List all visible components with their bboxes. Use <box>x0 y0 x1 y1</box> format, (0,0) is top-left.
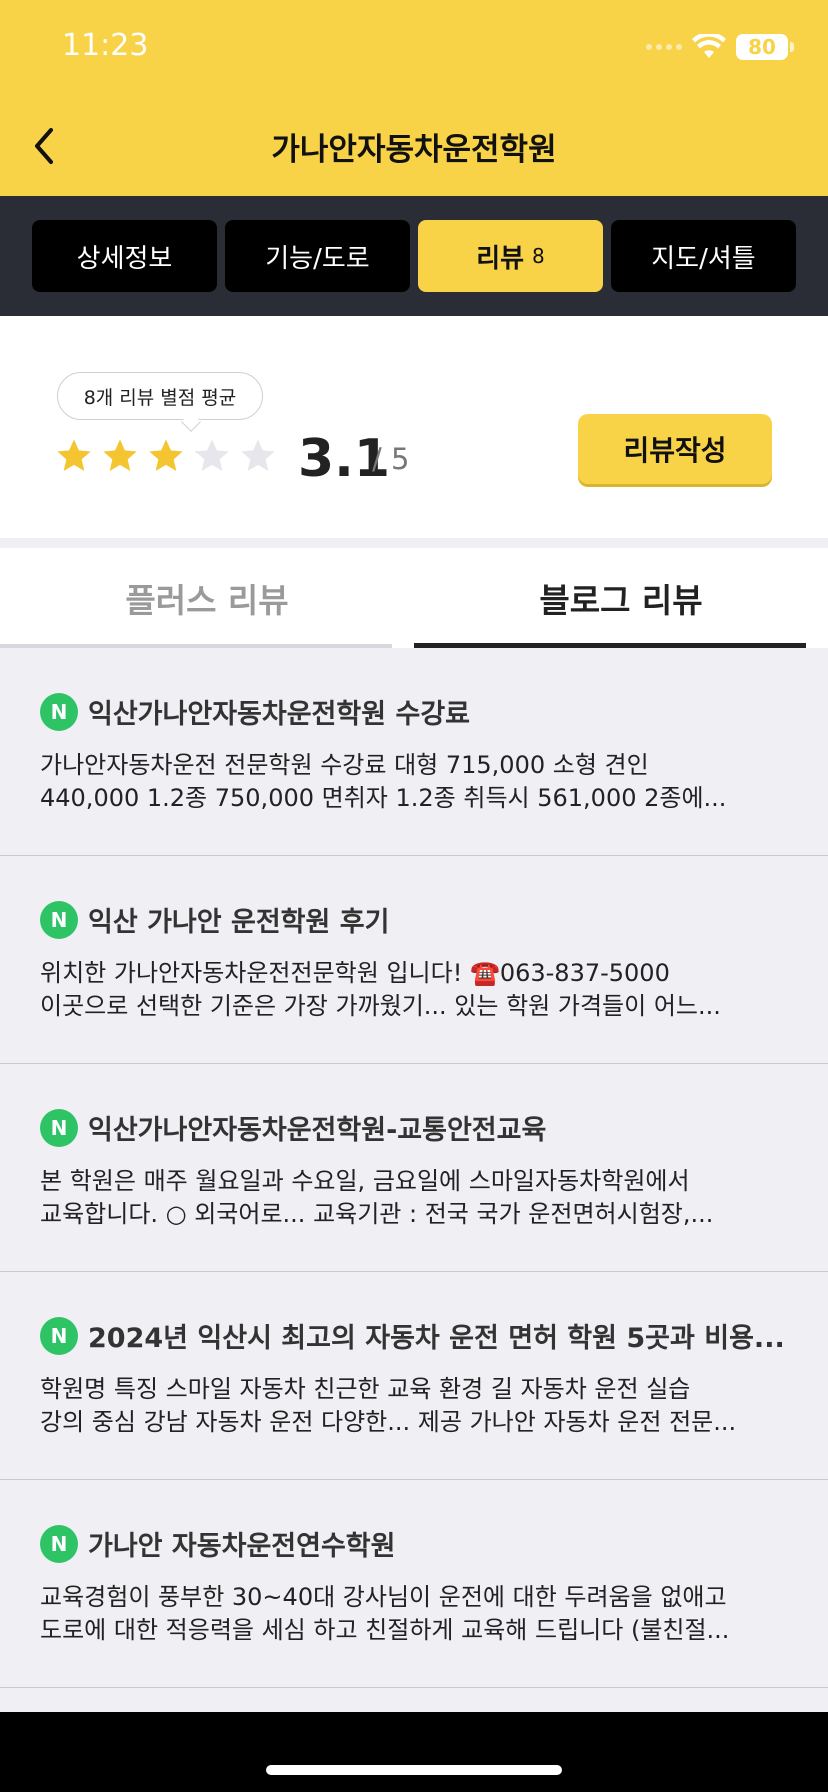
rating-max: / 5 <box>372 442 410 476</box>
star-filled-icon <box>149 439 183 471</box>
review-head: N 가나안 자동차운전연수학원 <box>40 1524 828 1563</box>
naver-n-icon: N <box>40 900 78 939</box>
snippet-line: 본 학원은 매주 월요일과 수요일, 금요일에 스마일자동차학원에서 <box>40 1167 690 1195</box>
snippet-line: 440,000 1.2종 750,000 면취자 1.2종 취득시 561,00… <box>40 784 727 812</box>
naver-n-icon: N <box>40 1316 78 1355</box>
review-snippet: 위치한 가나안자동차운전전문학원 입니다! ☎️063-837-5000 이곳으… <box>40 957 792 1023</box>
review-title: 익산가나안자동차운전학원-교통안전교육 <box>88 1115 547 1146</box>
snippet-line: 이곳으로 선택한 기준은 가장 가까웠기... 있는 학원 가격들이 어느... <box>40 992 721 1020</box>
review-count-badge: 8 <box>532 244 545 268</box>
tab-blog-review[interactable]: 블로그 리뷰 <box>414 548 828 648</box>
tab-map-shuttle[interactable]: 지도/셔틀 <box>611 220 796 292</box>
snippet-line: 교육경험이 풍부한 30~40대 강사님이 운전에 대한 두려움을 없애고 <box>40 1583 727 1611</box>
app-header: 11:23 80 가나안자동차운전학원 <box>0 0 828 196</box>
wifi-icon <box>692 34 726 58</box>
review-source-tabs: 플러스 리뷰 블로그 리뷰 <box>0 548 828 648</box>
star-rating <box>54 436 278 476</box>
review-title: 익산 가나안 운전학원 후기 <box>88 907 390 938</box>
tab-label: 기능/도로 <box>265 243 370 274</box>
snippet-line: 위치한 가나안자동차운전전문학원 입니다! ☎️063-837-5000 <box>40 959 670 987</box>
snippet-line: 강의 중심 강남 자동차 운전 다양한... 제공 가나안 자동차 운전 전문.… <box>40 1408 737 1436</box>
tab-label: 상세정보 <box>76 243 173 274</box>
tab-details[interactable]: 상세정보 <box>32 220 217 292</box>
tab-label: 리뷰 <box>476 243 525 274</box>
review-head: N 익산 가나안 운전학원 후기 <box>40 900 828 939</box>
tab-skills-road[interactable]: 기능/도로 <box>225 220 410 292</box>
rating-summary: 8개 리뷰 별점 평균 3.1 / 5 리뷰작성 <box>0 316 828 538</box>
list-item[interactable]: N 익산가나안자동차운전학원 수강료 가나안자동차운전 전문학원 수강료 대형 … <box>0 648 828 856</box>
page-title: 가나안자동차운전학원 <box>271 132 557 168</box>
signal-icon <box>646 44 682 50</box>
naver-n-icon: N <box>40 1108 78 1147</box>
review-title: 2024년 익산시 최고의 자동차 운전 면허 학원 5곳과 비용... <box>88 1323 785 1354</box>
review-title: 가나안 자동차운전연수학원 <box>88 1531 396 1562</box>
snippet-line: 교육합니다. ○ 외국어로... 교육기관 : 전국 국가 운전면허시험장,..… <box>40 1200 714 1228</box>
list-item[interactable]: N 가나안 자동차운전연수학원 교육경험이 풍부한 30~40대 강사님이 운전… <box>0 1480 828 1688</box>
naver-n-icon: N <box>40 692 78 731</box>
review-head: N 2024년 익산시 최고의 자동차 운전 면허 학원 5곳과 비용... <box>40 1316 828 1355</box>
status-time: 11:23 <box>62 28 149 63</box>
snippet-line: 도로에 대한 적응력을 세심 하고 친절하게 교육해 드립니다 (불친절... <box>40 1616 730 1644</box>
review-head: N 익산가나안자동차운전학원-교통안전교육 <box>40 1108 828 1147</box>
review-head: N 익산가나안자동차운전학원 수강료 <box>40 692 828 731</box>
star-filled-icon <box>103 439 137 471</box>
tab-reviews[interactable]: 리뷰 8 <box>418 220 603 292</box>
snippet-line: 가나안자동차운전 전문학원 수강료 대형 715,000 소형 견인 <box>40 751 649 779</box>
snippet-line: 학원명 특징 스마일 자동차 친근한 교육 환경 길 자동차 운전 실습 <box>40 1375 691 1403</box>
write-review-button[interactable]: 리뷰작성 <box>578 414 772 484</box>
list-item[interactable]: N 익산 가나안 운전학원 후기 위치한 가나안자동차운전전문학원 입니다! ☎… <box>0 856 828 1064</box>
star-filled-icon <box>57 439 91 471</box>
tab-label: 지도/셔틀 <box>651 243 756 274</box>
review-snippet: 교육경험이 풍부한 30~40대 강사님이 운전에 대한 두려움을 없애고 도로… <box>40 1581 792 1647</box>
tab-plus-review[interactable]: 플러스 리뷰 <box>0 548 414 648</box>
status-icons: 80 <box>646 34 794 60</box>
bottom-safe-area <box>0 1712 828 1792</box>
naver-n-icon: N <box>40 1524 78 1563</box>
star-empty-icon <box>241 439 275 471</box>
review-title: 익산가나안자동차운전학원 수강료 <box>88 699 470 730</box>
battery-icon: 80 <box>736 34 794 60</box>
list-item[interactable]: N 익산가나안자동차운전학원-교통안전교육 본 학원은 매주 월요일과 수요일,… <box>0 1064 828 1272</box>
star-partial-icon <box>195 439 229 471</box>
review-snippet: 본 학원은 매주 월요일과 수요일, 금요일에 스마일자동차학원에서 교육합니다… <box>40 1165 792 1231</box>
review-snippet: 가나안자동차운전 전문학원 수강료 대형 715,000 소형 견인 440,0… <box>40 749 792 815</box>
review-snippet: 학원명 특징 스마일 자동차 친근한 교육 환경 길 자동차 운전 실습 강의 … <box>40 1373 792 1439</box>
list-item[interactable]: N 2024년 익산시 최고의 자동차 운전 면허 학원 5곳과 비용... 학… <box>0 1272 828 1480</box>
home-indicator[interactable] <box>266 1765 562 1775</box>
rating-tooltip: 8개 리뷰 별점 평균 <box>57 372 263 420</box>
section-tabbar: 상세정보 기능/도로 리뷰 8 지도/셔틀 <box>0 196 828 316</box>
blog-review-list: N 익산가나안자동차운전학원 수강료 가나안자동차운전 전문학원 수강료 대형 … <box>0 648 828 1688</box>
